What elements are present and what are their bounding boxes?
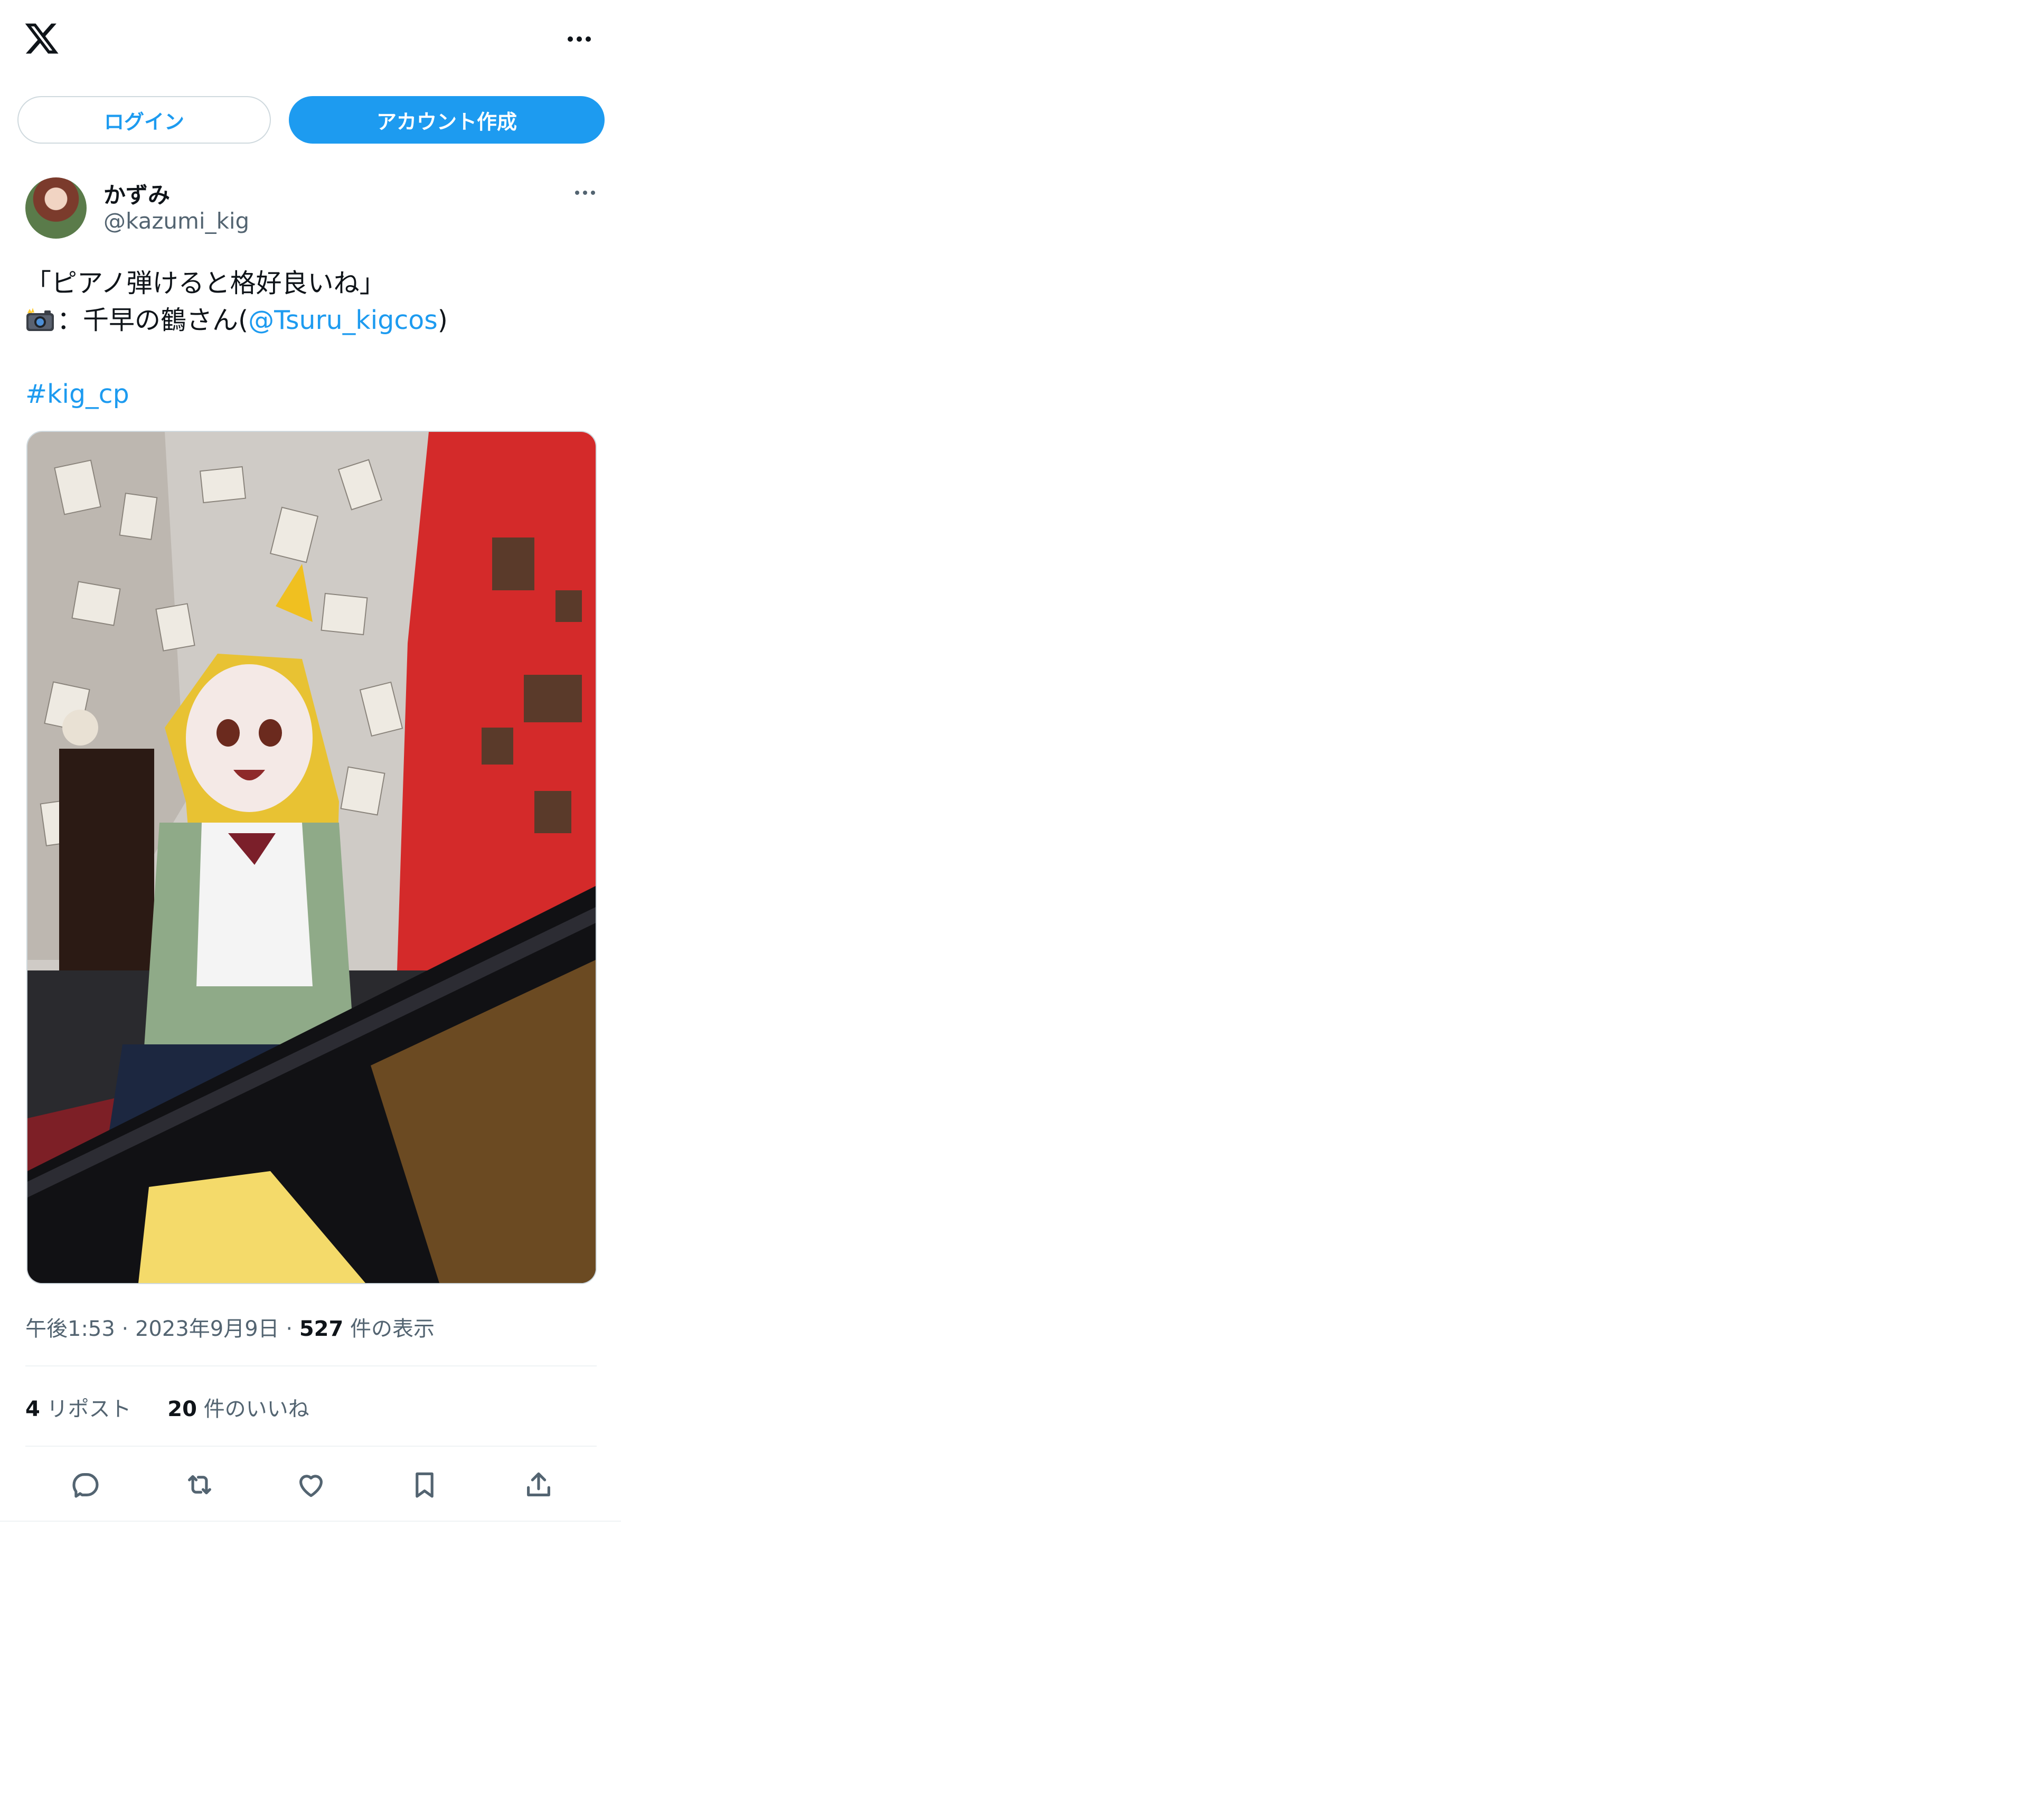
likes-label: 件のいいね bbox=[196, 1397, 309, 1421]
retweet-icon[interactable] bbox=[178, 1464, 221, 1506]
avatar[interactable] bbox=[25, 177, 87, 239]
tweet-text-line-2: ：千早の鶴さん(@Tsuru_kigcos) bbox=[25, 302, 448, 339]
reposts-label: リポスト bbox=[40, 1397, 131, 1421]
tweet-stats: 4 リポスト 20 件のいいね bbox=[25, 1392, 339, 1422]
meta-dot: · bbox=[121, 1317, 129, 1341]
reposts-count: 4 bbox=[25, 1397, 40, 1421]
bookmark-icon[interactable] bbox=[403, 1464, 446, 1506]
views-label: 件の表示 bbox=[343, 1317, 435, 1341]
share-icon[interactable] bbox=[517, 1464, 560, 1506]
more-dots-icon[interactable] bbox=[563, 27, 596, 51]
top-bar bbox=[0, 0, 621, 79]
tweet-more-icon[interactable] bbox=[571, 185, 599, 201]
hashtag-link[interactable]: #kig_cp bbox=[25, 379, 129, 409]
author-name[interactable]: かずみ bbox=[103, 177, 170, 210]
views-count: 527 bbox=[299, 1317, 344, 1341]
tweet-text-close-paren: ) bbox=[437, 305, 448, 335]
divider bbox=[25, 1446, 597, 1447]
tweet-meta: 午後1:53 · 2023年9月9日 · 527 件の表示 bbox=[25, 1312, 435, 1342]
login-button[interactable]: ログイン bbox=[17, 96, 271, 144]
tweet-time[interactable]: 午後1:53 bbox=[25, 1317, 115, 1341]
camera-flash-icon bbox=[25, 305, 55, 331]
tweet-photo[interactable] bbox=[26, 431, 597, 1284]
x-logo-icon[interactable] bbox=[23, 20, 60, 57]
like-icon[interactable] bbox=[290, 1464, 332, 1506]
tweet-column: ログイン アカウント作成 かずみ @kazumi_kig 「ピアノ弾けると格好良… bbox=[0, 0, 621, 1522]
reply-icon[interactable] bbox=[64, 1464, 107, 1506]
action-bar bbox=[25, 1464, 597, 1506]
author-handle[interactable]: @kazumi_kig bbox=[103, 208, 249, 234]
mention-link[interactable]: @Tsuru_kigcos bbox=[248, 305, 438, 335]
page: ログイン アカウント作成 かずみ @kazumi_kig 「ピアノ弾けると格好良… bbox=[0, 0, 2034, 1820]
likes-stat[interactable]: 20 件のいいね bbox=[167, 1392, 309, 1422]
hashtag-line: #kig_cp bbox=[25, 376, 129, 413]
likes-count: 20 bbox=[167, 1397, 197, 1421]
meta-dot: · bbox=[286, 1317, 293, 1341]
create-account-button[interactable]: アカウント作成 bbox=[289, 96, 605, 144]
divider bbox=[25, 1365, 597, 1366]
reposts-stat[interactable]: 4 リポスト bbox=[25, 1392, 131, 1422]
tweet-text-credit: ：千早の鶴さん( bbox=[57, 305, 249, 335]
tweet-text-line-1: 「ピアノ弾けると格好良いね」 bbox=[25, 268, 385, 298]
tweet-date[interactable]: 2023年9月9日 bbox=[135, 1317, 279, 1341]
